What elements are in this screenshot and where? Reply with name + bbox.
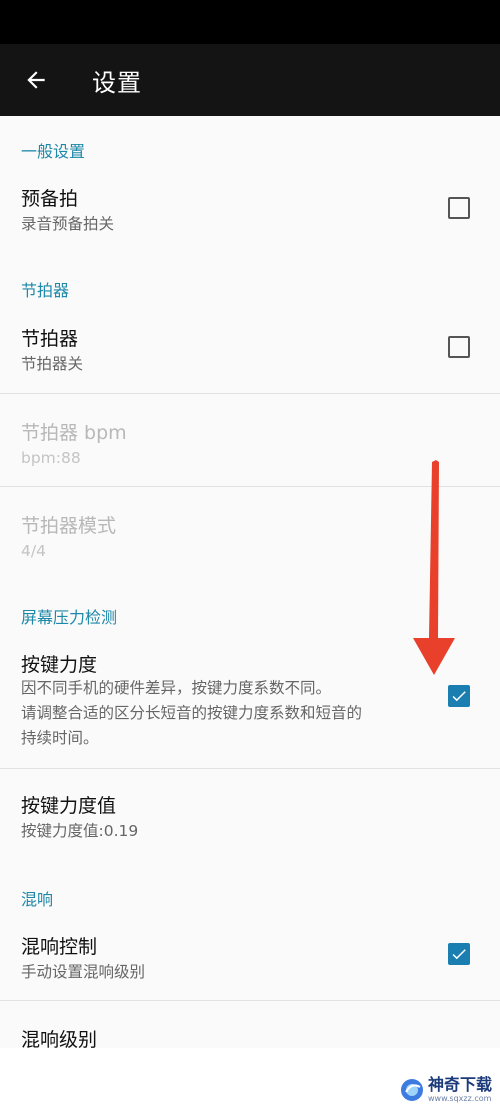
setting-summary: 节拍器关 (21, 355, 84, 373)
status-bar (0, 0, 500, 44)
page-title: 设置 (92, 68, 142, 97)
setting-summary: 4/4 (21, 542, 46, 560)
check-icon (452, 691, 466, 702)
check-icon (452, 949, 466, 960)
metronome-checkbox[interactable] (448, 336, 470, 358)
section-header-general: 一般设置 (21, 142, 86, 161)
count-in-checkbox[interactable] (448, 197, 470, 219)
watermark-name: 神奇下载 (427, 1075, 492, 1094)
setting-summary-line1: 因不同手机的硬件差异，按键力度系数不同。 (21, 679, 332, 697)
reverb-control-checkbox[interactable] (448, 943, 470, 965)
setting-summary-line2: 请调整合适的区分长短音的按键力度系数和短音的 (21, 704, 363, 722)
back-button[interactable] (0, 44, 72, 116)
section-header-reverb: 混响 (21, 890, 54, 909)
section-header-pressure: 屏幕压力检测 (21, 608, 118, 627)
watermark-url: www.sqxzz.com (427, 1094, 492, 1103)
setting-title: 按键力度值 (21, 795, 117, 817)
setting-summary: 手动设置混响级别 (21, 963, 146, 981)
setting-summary-line3: 持续时间。 (21, 729, 99, 747)
setting-summary: bpm:88 (21, 449, 81, 467)
setting-count-in[interactable]: 预备拍 录音预备拍关 (0, 172, 500, 250)
annotation-arrow-icon (413, 460, 455, 675)
watermark-logo-icon (400, 1079, 423, 1101)
bottom-area: 神奇下载 www.sqxzz.com (0, 1048, 500, 1111)
setting-metronome[interactable]: 节拍器 节拍器关 (0, 312, 500, 392)
setting-title: 预备拍 (21, 188, 79, 210)
setting-title: 节拍器模式 (21, 515, 117, 537)
app-bar: 设置 (0, 44, 500, 116)
key-force-checkbox[interactable] (448, 685, 470, 707)
setting-key-force-value[interactable]: 按键力度值 按键力度值:0.19 (0, 769, 500, 861)
setting-summary: 按键力度值:0.19 (21, 822, 139, 840)
setting-title: 按键力度 (21, 654, 98, 676)
watermark: 神奇下载 www.sqxzz.com (400, 1077, 492, 1103)
setting-reverb-control[interactable]: 混响控制 手动设置混响级别 (0, 920, 500, 1000)
setting-title: 混响级别 (21, 1029, 98, 1048)
section-header-metronome: 节拍器 (21, 281, 70, 300)
setting-title: 节拍器 (21, 328, 79, 350)
setting-reverb-level[interactable]: 混响级别 (0, 1001, 500, 1048)
setting-title: 混响控制 (21, 936, 98, 958)
arrow-left-icon (27, 71, 45, 89)
setting-title: 节拍器 bpm (21, 422, 127, 444)
setting-summary: 录音预备拍关 (21, 215, 115, 233)
